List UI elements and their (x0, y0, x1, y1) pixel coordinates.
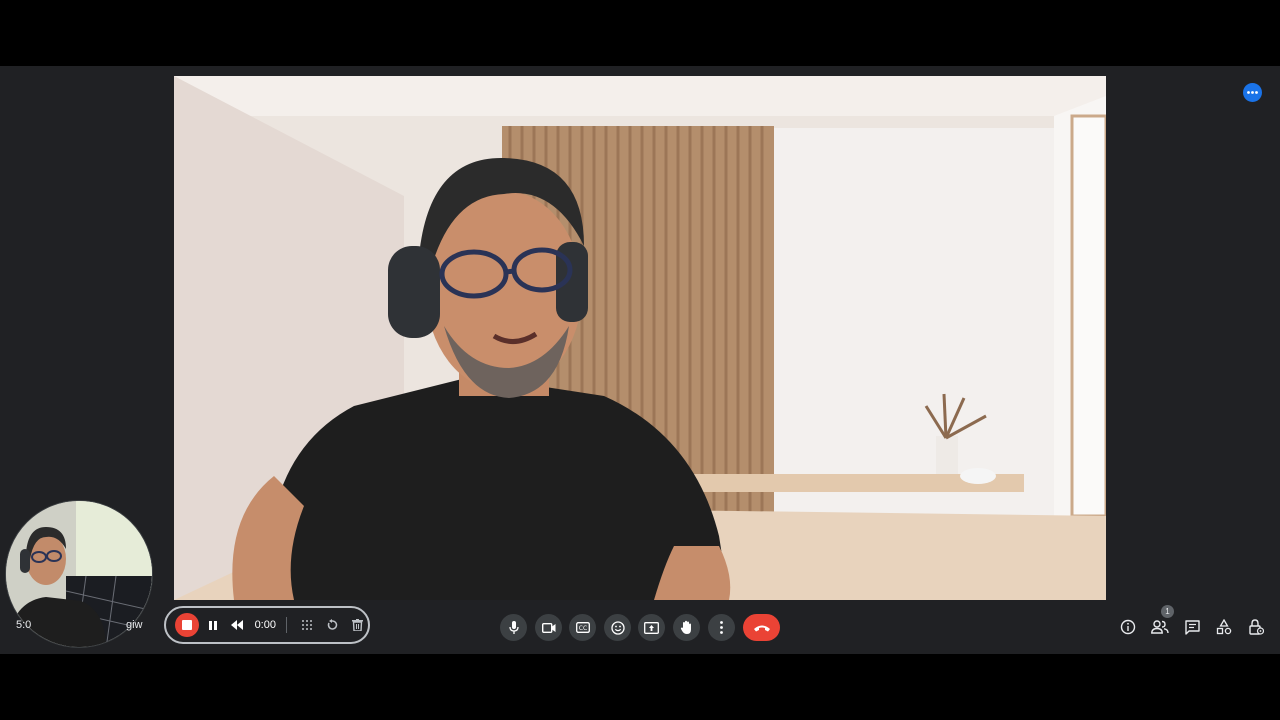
letterbox-bottom (0, 654, 1280, 720)
grid-button[interactable] (296, 614, 318, 636)
reset-icon (327, 619, 338, 630)
raise-hand-button[interactable] (673, 614, 700, 641)
main-video-tile (174, 76, 1106, 600)
captions-button[interactable]: CC (569, 614, 596, 641)
info-icon (1120, 619, 1136, 635)
people-button[interactable] (1150, 617, 1170, 637)
pause-icon (208, 620, 217, 630)
hand-raise-icon (680, 620, 691, 634)
more-options-button[interactable] (1243, 83, 1262, 102)
microphone-icon (508, 620, 519, 634)
reset-button[interactable] (321, 614, 343, 636)
camera-button[interactable] (535, 614, 562, 641)
microphone-button[interactable] (500, 614, 527, 641)
activities-button[interactable] (1214, 617, 1234, 637)
emoji-icon (610, 620, 625, 635)
meeting-code: giw (126, 619, 143, 631)
rewind-icon (231, 620, 244, 630)
hang-up-icon (753, 625, 770, 631)
meeting-details-button[interactable] (1118, 617, 1138, 637)
trash-icon (351, 619, 363, 631)
stop-recording-button[interactable] (175, 613, 199, 637)
activities-icon (1216, 619, 1232, 635)
people-icon (1151, 620, 1169, 634)
camera-icon (541, 622, 555, 633)
present-button[interactable] (638, 614, 665, 641)
recording-elapsed-time: 0:00 (254, 619, 276, 631)
leave-call-button[interactable] (743, 614, 780, 641)
host-controls-button[interactable] (1246, 617, 1266, 637)
svg-text:CC: CC (578, 625, 586, 632)
recorder-divider (286, 617, 288, 633)
pause-button[interactable] (202, 614, 224, 636)
meet-window: 5:0 giw 0:00 CC 1 (0, 66, 1280, 654)
letterbox-top (0, 0, 1280, 66)
chat-button[interactable] (1182, 617, 1202, 637)
speaker-video-frame (174, 76, 1106, 600)
host-controls-icon (1248, 619, 1264, 635)
stop-icon (181, 620, 192, 630)
participant-count-badge: 1 (1161, 605, 1174, 618)
chat-icon (1184, 619, 1200, 635)
meeting-clock: 5:0 (16, 619, 32, 631)
more-vert-icon (720, 621, 723, 634)
recorder-bar: 0:00 (164, 606, 370, 644)
more-horizontal-icon (1247, 91, 1258, 94)
grid-icon (302, 620, 313, 630)
rewind-button[interactable] (227, 614, 249, 636)
present-icon (644, 621, 659, 634)
emoji-button[interactable] (604, 614, 631, 641)
delete-recording-button[interactable] (346, 614, 368, 636)
more-actions-button[interactable] (708, 614, 735, 641)
captions-icon: CC (575, 622, 590, 633)
